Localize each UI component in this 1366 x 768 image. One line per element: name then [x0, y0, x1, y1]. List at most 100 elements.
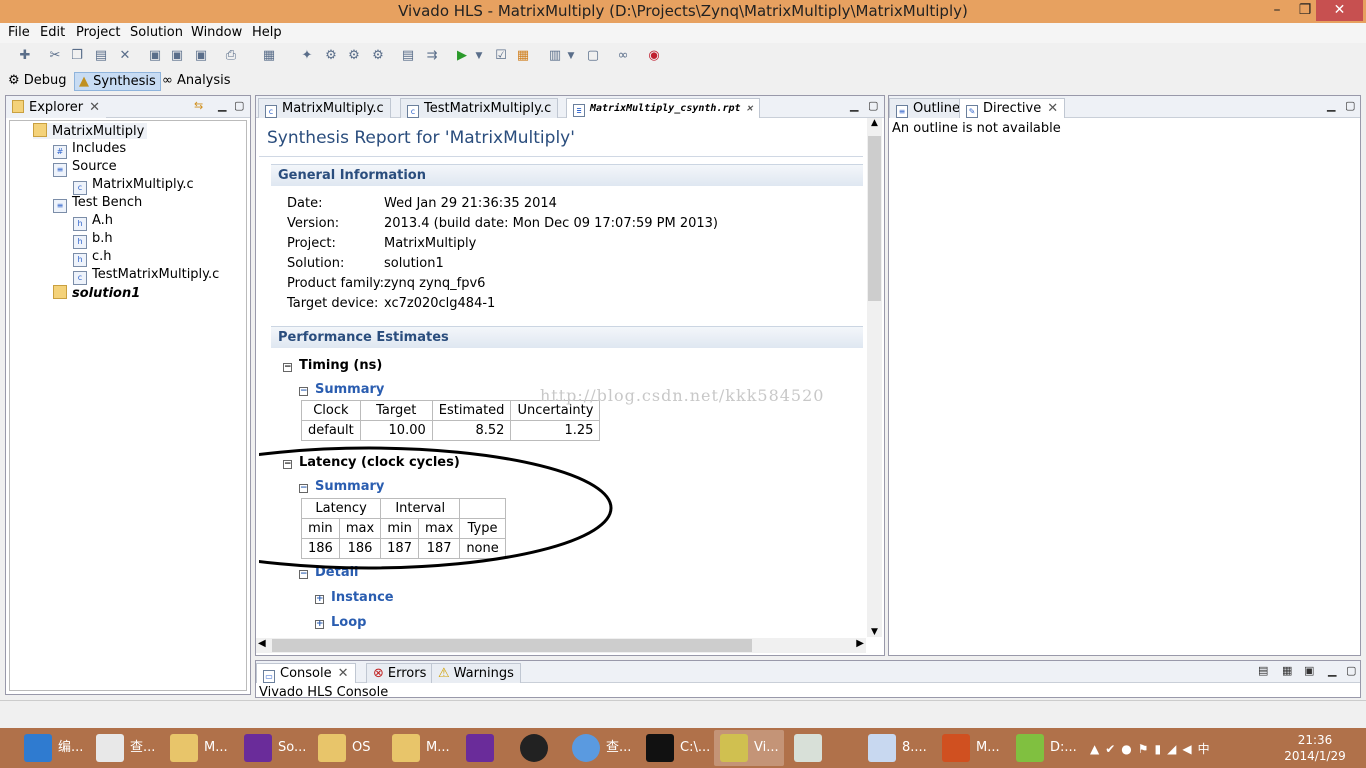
volume-icon[interactable]: ◀	[1182, 742, 1197, 756]
taskbar-vs-1[interactable]: So...	[238, 730, 308, 766]
tray-app-icon[interactable]: ✔	[1105, 742, 1121, 756]
tab-matrixmultiply-c[interactable]: c MatrixMultiply.c	[258, 98, 391, 118]
tab-outline[interactable]: ≡ Outline	[889, 98, 968, 118]
taskbar-cmd[interactable]: C:\...	[640, 730, 710, 766]
copy-icon[interactable]: ❐	[68, 47, 86, 65]
tree-testbench[interactable]: ≡ Test Bench	[53, 195, 142, 213]
scroll-thumb[interactable]	[868, 136, 881, 301]
taskbar-chrome[interactable]: 查...	[566, 730, 636, 766]
system-tray[interactable]: ▲✔●⚑▮◢◀中	[1090, 740, 1216, 757]
minimize-icon[interactable]: ▁	[850, 99, 858, 112]
timing-section[interactable]: − Timing (ns)	[283, 358, 382, 373]
taskbar-folder-1[interactable]: M...	[164, 730, 234, 766]
new-project-icon[interactable]: ✦	[298, 47, 316, 65]
close-icon[interactable]: ✕	[747, 103, 753, 114]
tab-console[interactable]: ▭ Console ✕	[256, 663, 356, 683]
maximize-icon[interactable]: ▢	[1345, 99, 1355, 112]
compare-dropdown-icon[interactable]: ▼	[566, 47, 576, 65]
print-icon[interactable]: ⎙	[222, 47, 240, 65]
minimize-button[interactable]: –	[1262, 0, 1292, 21]
menu-help[interactable]: Help	[252, 25, 282, 40]
taskbar-explorer[interactable]: 查...	[90, 730, 160, 766]
display-console-icon[interactable]: ▣	[1304, 664, 1314, 677]
tree-project[interactable]: MatrixMultiply	[33, 123, 148, 139]
scroll-up-icon[interactable]: ▲	[867, 118, 882, 128]
qq-tray-icon[interactable]: ●	[1121, 742, 1137, 756]
taskbar-app[interactable]	[788, 730, 836, 766]
perspective-debug[interactable]: ⚙ Debug	[4, 72, 71, 91]
run-dropdown-icon[interactable]: ▼	[474, 47, 484, 65]
close-button[interactable]: ✕	[1316, 0, 1363, 21]
delete-icon[interactable]: ✕	[116, 47, 134, 65]
settings-icon[interactable]: ▦	[260, 47, 278, 65]
layout-icon[interactable]: ▢	[584, 47, 602, 65]
new-icon[interactable]: ✚	[16, 47, 34, 65]
paste-icon[interactable]: ▤	[92, 47, 110, 65]
horizontal-scrollbar[interactable]: ◀ ▶	[256, 638, 866, 653]
clear-console-icon[interactable]: ▤	[1258, 664, 1268, 677]
help-icon[interactable]: ◉	[645, 47, 663, 65]
tab-explorer[interactable]: Explorer ✕	[6, 98, 107, 118]
synthesis-icon[interactable]: ⇉	[423, 47, 441, 65]
maximize-icon[interactable]: ▢	[1346, 664, 1356, 677]
menu-file[interactable]: File	[8, 25, 30, 40]
export-icon[interactable]: ▦	[514, 47, 532, 65]
gear-icon[interactable]: ⚙	[322, 47, 340, 65]
maximize-icon[interactable]: ▢	[234, 99, 244, 112]
flag-icon[interactable]: ⚑	[1138, 742, 1155, 756]
close-icon[interactable]: ✕	[89, 100, 100, 115]
tree-b-h[interactable]: h b.h	[73, 231, 113, 249]
save-all-icon[interactable]: ▣	[192, 47, 210, 65]
perspective-synthesis[interactable]: ▲ Synthesis	[74, 72, 161, 91]
taskbar-folder-os[interactable]: OS	[312, 730, 382, 766]
analysis-icon[interactable]: ∞	[614, 47, 632, 65]
cut-icon[interactable]: ✂	[46, 47, 64, 65]
tree-c-h[interactable]: h c.h	[73, 249, 112, 267]
vertical-scrollbar[interactable]: ▲ ▼	[867, 118, 882, 637]
expand-icon[interactable]: +	[315, 595, 324, 604]
show-hidden-icon[interactable]: ▲	[1090, 742, 1105, 756]
collapse-icon[interactable]: −	[299, 387, 308, 396]
maximize-icon[interactable]: ▢	[868, 99, 878, 112]
menu-edit[interactable]: Edit	[40, 25, 65, 40]
tree-testmatrixmultiply-c[interactable]: c TestMatrixMultiply.c	[73, 267, 219, 285]
detail-loop[interactable]: + Loop	[315, 615, 366, 630]
check-icon[interactable]: ☑	[492, 47, 510, 65]
taskbar-ie[interactable]: 编...	[18, 730, 86, 766]
minimize-icon[interactable]: ▁	[1327, 99, 1335, 112]
tab-directive[interactable]: ✎ Directive ✕	[959, 98, 1066, 118]
taskbar-vivado[interactable]: Vi...	[714, 730, 784, 766]
minimize-icon[interactable]: ▁	[1328, 664, 1336, 677]
tab-csynth-rpt[interactable]: ≡ MatrixMultiply_csynth.rpt ✕	[566, 98, 760, 118]
scroll-left-icon[interactable]: ◀	[258, 638, 266, 649]
solution-settings-icon[interactable]: ⚙	[369, 47, 387, 65]
clock[interactable]: 21:36 2014/1/29	[1283, 732, 1347, 764]
taskbar-folder-2[interactable]: M...	[386, 730, 456, 766]
taskbar-paint[interactable]: 8....	[862, 730, 932, 766]
run-icon[interactable]: ▶	[453, 47, 471, 65]
tree-matrixmultiply-c[interactable]: c MatrixMultiply.c	[73, 177, 194, 195]
save-icon[interactable]: ▣	[146, 47, 164, 65]
minimize-icon[interactable]: ▁	[218, 99, 226, 112]
scroll-thumb[interactable]	[272, 639, 752, 652]
taskbar-qq[interactable]	[514, 730, 562, 766]
collapse-icon[interactable]: −	[283, 363, 292, 372]
perspective-analysis[interactable]: ∞ Analysis	[158, 72, 235, 91]
tree-a-h[interactable]: h A.h	[73, 213, 113, 231]
taskbar-vs-2[interactable]	[460, 730, 508, 766]
detail-instance[interactable]: + Instance	[315, 590, 394, 605]
taskbar-notepad[interactable]: D:...	[1010, 730, 1080, 766]
tab-testmatrixmultiply-c[interactable]: c TestMatrixMultiply.c	[400, 98, 559, 118]
scroll-lock-icon[interactable]: ▦	[1282, 664, 1292, 677]
network-icon[interactable]: ◢	[1167, 742, 1182, 756]
tab-warnings[interactable]: ⚠ Warnings	[431, 663, 521, 683]
close-icon[interactable]: ✕	[338, 666, 349, 681]
taskbar-matlab[interactable]: M...	[936, 730, 1006, 766]
save-as-icon[interactable]: ▣	[168, 47, 186, 65]
menu-window[interactable]: Window	[191, 25, 242, 40]
scroll-down-icon[interactable]: ▼	[867, 627, 882, 637]
scroll-right-icon[interactable]: ▶	[856, 638, 864, 649]
tree-includes[interactable]: # Includes	[53, 141, 126, 159]
expand-icon[interactable]: +	[315, 620, 324, 629]
timing-summary[interactable]: − Summary	[299, 382, 384, 397]
